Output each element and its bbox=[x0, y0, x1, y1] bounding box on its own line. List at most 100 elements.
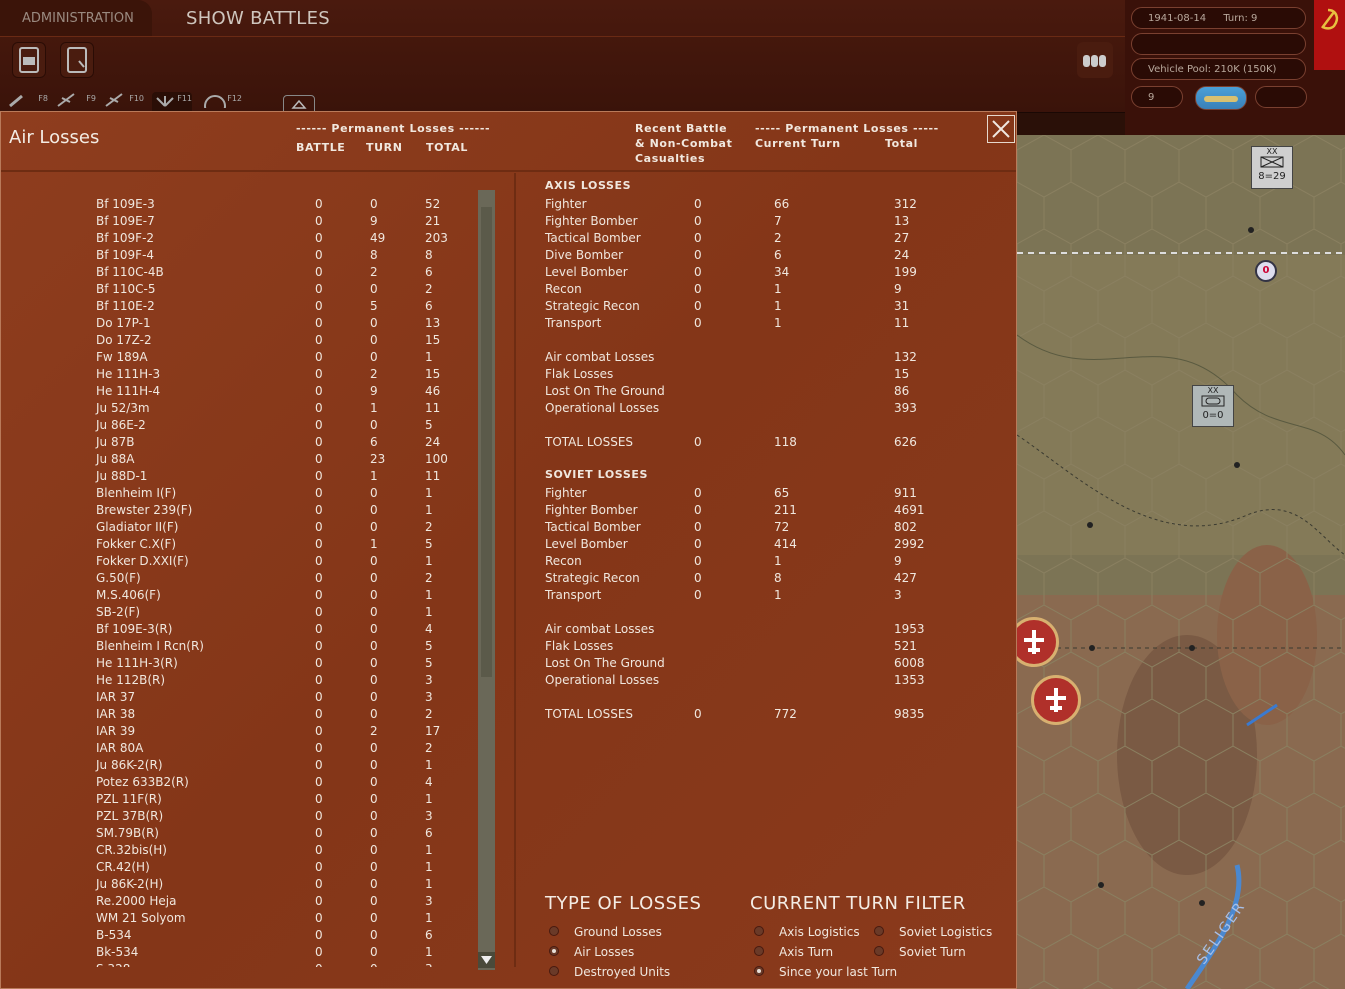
battle-value: 0 bbox=[315, 639, 323, 653]
close-button[interactable] bbox=[987, 115, 1015, 143]
aircraft-row: Do 17Z-2 0 0 15 bbox=[1, 333, 471, 350]
turn-value: 1 bbox=[370, 469, 378, 483]
document-icon bbox=[67, 47, 87, 73]
radio-dot-icon[interactable] bbox=[874, 946, 884, 956]
aircraft-name: Bf 109F-4 bbox=[96, 248, 155, 262]
f12-label: F12 bbox=[227, 94, 242, 103]
total-value: 3 bbox=[425, 673, 433, 687]
battle-value: 0 bbox=[315, 316, 323, 330]
total-value: 6 bbox=[425, 265, 433, 279]
turn-value: 34 bbox=[774, 265, 790, 279]
f8-label: F8 bbox=[38, 94, 48, 103]
soviet-flag[interactable] bbox=[1314, 0, 1345, 70]
radio-dot-icon[interactable] bbox=[754, 966, 764, 976]
scrollbar-thumb[interactable] bbox=[481, 207, 492, 677]
vehicle-pool-text: Vehicle Pool: 210K (150K) bbox=[1148, 64, 1277, 75]
f10-button[interactable]: F10 bbox=[104, 92, 144, 112]
tab-show-battles[interactable]: SHOW BATTLES bbox=[186, 0, 330, 36]
total-value: 1 bbox=[425, 486, 433, 500]
radio-dot-icon[interactable] bbox=[549, 946, 559, 956]
radio-label: Destroyed Units bbox=[574, 965, 671, 979]
airbase-marker-1[interactable] bbox=[1017, 617, 1059, 667]
type-name: Transport bbox=[545, 588, 602, 602]
recent-value: 0 bbox=[694, 316, 702, 330]
turn-value: 0 bbox=[370, 520, 378, 534]
dialog-title: Air Losses bbox=[9, 127, 100, 148]
radio-dot-icon[interactable] bbox=[549, 926, 559, 936]
col-turn-header: TURN bbox=[366, 141, 403, 154]
col-battle-header: BATTLE bbox=[296, 141, 346, 154]
aircraft-row: SB-2(F) 0 0 1 bbox=[1, 605, 471, 622]
recent-header-1: Recent Battle bbox=[635, 122, 728, 135]
aircraft-name: Bf 110C-5 bbox=[96, 282, 156, 296]
aircraft-row: Bf 109F-4 0 8 8 bbox=[1, 248, 471, 265]
turn-value: 2 bbox=[774, 231, 782, 245]
battle-value: 0 bbox=[315, 486, 323, 500]
map-view[interactable]: XX 8=29 0 XX 0=0 SELIGER bbox=[1017, 135, 1345, 989]
battle-value: 0 bbox=[315, 231, 323, 245]
total-value: 11 bbox=[894, 316, 910, 330]
turn-value: 0 bbox=[370, 333, 378, 347]
objective-marker[interactable]: 0 bbox=[1255, 260, 1277, 282]
turn-value: 0 bbox=[370, 928, 378, 942]
aircraft-row: Ju 86E-2 0 0 5 bbox=[1, 418, 471, 435]
save-button[interactable] bbox=[12, 42, 46, 78]
recent-header-3: Casualties bbox=[635, 152, 706, 165]
total-value: 1 bbox=[425, 554, 433, 568]
turn-value: 1 bbox=[774, 554, 782, 568]
cause-name: Air combat Losses bbox=[545, 622, 655, 636]
battle-value: 0 bbox=[315, 826, 323, 840]
unit-bar-button[interactable] bbox=[1077, 42, 1113, 78]
battle-value: 0 bbox=[315, 724, 323, 738]
air-losses-dialog: Air Losses ------ Permanent Losses -----… bbox=[0, 111, 1017, 989]
scroll-down-button[interactable] bbox=[478, 952, 495, 968]
total-value: 1 bbox=[425, 911, 433, 925]
total-value: 6 bbox=[425, 826, 433, 840]
battle-value: 0 bbox=[315, 197, 323, 211]
aircraft-row: IAR 80A 0 0 2 bbox=[1, 741, 471, 758]
unit-counter-axis[interactable]: XX 8=29 bbox=[1251, 146, 1293, 189]
airbase-marker-2[interactable] bbox=[1031, 675, 1081, 725]
recent-value: 0 bbox=[694, 231, 702, 245]
right-perm-header: ----- Permanent Losses ----- bbox=[755, 122, 939, 135]
hammer-sickle-icon bbox=[1321, 8, 1339, 30]
f9-button[interactable]: F9 bbox=[56, 92, 96, 112]
burst-icon bbox=[156, 96, 174, 107]
type-name: Recon bbox=[545, 554, 582, 568]
total-value: 27 bbox=[894, 231, 910, 245]
radio-label: Soviet Logistics bbox=[899, 925, 993, 939]
turn-value: 0 bbox=[370, 197, 378, 211]
turn-value: 0 bbox=[370, 826, 378, 840]
date-text: 1941-08-14 bbox=[1148, 13, 1207, 24]
unit-counter-soviet[interactable]: XX 0=0 bbox=[1192, 385, 1234, 427]
radio-dot-icon[interactable] bbox=[754, 926, 764, 936]
f11-button[interactable]: F11 bbox=[152, 92, 192, 112]
turn-value: 0 bbox=[370, 877, 378, 891]
type-name: Fighter Bomber bbox=[545, 503, 638, 517]
turn-value: 0 bbox=[370, 775, 378, 789]
aircraft-list[interactable]: Bf 109E-3 0 0 52 Bf 109E-7 0 9 21 Bf 109F-2 0 49 20… bbox=[1, 173, 516, 967]
turn-value: 2 bbox=[370, 265, 378, 279]
total-total: 626 bbox=[894, 435, 917, 449]
aircraft-name: Bf 110E-2 bbox=[96, 299, 155, 313]
turn-value: 72 bbox=[774, 520, 790, 534]
aircraft-name: Ju 86K-2(R) bbox=[96, 758, 163, 772]
aircraft-name: Ju 86E-2 bbox=[96, 418, 146, 432]
radio-dot-icon[interactable] bbox=[754, 946, 764, 956]
aircraft-row: PZL 37B(R) 0 0 3 bbox=[1, 809, 471, 826]
radio-dot-icon[interactable] bbox=[549, 966, 559, 976]
f9-label: F9 bbox=[86, 94, 96, 103]
tab-administration[interactable]: ADMINISTRATION bbox=[0, 0, 152, 36]
radio-label: Soviet Turn bbox=[899, 945, 966, 959]
battle-value: 0 bbox=[315, 945, 323, 959]
radio-dot-icon[interactable] bbox=[874, 926, 884, 936]
f8-button[interactable]: F8 bbox=[8, 92, 48, 112]
turn-value: 211 bbox=[774, 503, 797, 517]
recent-value: 0 bbox=[694, 197, 702, 211]
turn-value: 0 bbox=[370, 571, 378, 585]
recent-value: 0 bbox=[694, 214, 702, 228]
small-value: 9 bbox=[1148, 92, 1155, 103]
f12-button[interactable]: F12 bbox=[202, 92, 242, 117]
aircraft-row: He 111H-4 0 9 46 bbox=[1, 384, 471, 401]
load-button[interactable] bbox=[60, 42, 94, 78]
